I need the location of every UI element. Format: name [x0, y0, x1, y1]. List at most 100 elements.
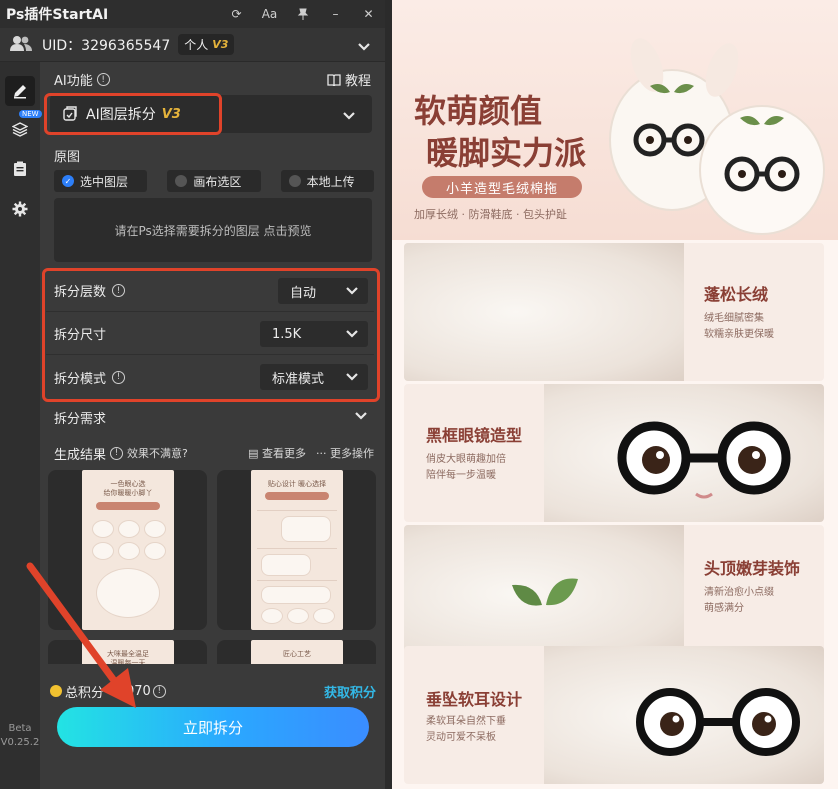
- demand-label: 拆分需求: [54, 411, 107, 427]
- pen-icon: [14, 85, 26, 99]
- info-icon[interactable]: !: [152, 684, 166, 698]
- results-actions: ▤ 查看更多 ··· 更多操作: [248, 445, 374, 461]
- user-icon: [10, 35, 32, 55]
- settings-tool-button[interactable]: [5, 194, 35, 224]
- version-label: V0.25.2: [0, 737, 40, 748]
- unsatisfied-link[interactable]: 效果不满意?: [127, 445, 188, 461]
- thumb-slipper: [281, 516, 331, 542]
- tutorial-link[interactable]: 教程: [327, 70, 371, 89]
- thumb-slipper-large: [96, 568, 160, 618]
- thumb-title: 大咪最全温足 温暖每一天: [107, 650, 149, 664]
- feature-panel-ears: 垂坠软耳设计 柔软耳朵自然下垂 灵动可爱不呆板: [404, 646, 824, 784]
- thumb-slipper: [144, 542, 166, 560]
- refresh-icon[interactable]: ⟳: [220, 0, 253, 28]
- source-option-selected-layer[interactable]: ✓ 选中图层: [54, 170, 148, 192]
- feature-desc-line: 软糯亲肤更保暖: [704, 329, 774, 340]
- more-ops-link[interactable]: ··· 更多操作: [316, 445, 374, 461]
- fur-closeup-image: [404, 243, 684, 381]
- hero-subtitle: 加厚长绒 · 防滑鞋底 · 包头护趾: [414, 208, 567, 221]
- title-bar: Ps插件StartAI ⟳ Aa – ✕: [0, 0, 385, 28]
- ai-function-heading: AI功能 !: [54, 70, 110, 89]
- thumb-slipper: [261, 586, 331, 604]
- tutorial-label: 教程: [344, 74, 371, 89]
- thumb-title: 一色眼心选 给你暖暖小脚丫: [103, 480, 153, 497]
- split-button-label: 立即拆分: [182, 718, 243, 737]
- result-thumb-4[interactable]: 匠心工艺: [217, 640, 376, 664]
- gear-icon: [12, 201, 28, 217]
- preview-hint: 请在Ps选择需要拆分的图层 点击预览: [114, 223, 312, 238]
- hero-product-band: 小羊造型毛绒棉拖: [422, 176, 582, 198]
- thumb-title: 匠心工艺: [283, 650, 311, 658]
- points-label: 总积分: [65, 685, 105, 701]
- feature-desc-line: 俏皮大眼萌趣加倍: [426, 454, 506, 465]
- preview-area[interactable]: 请在Ps选择需要拆分的图层 点击预览: [54, 198, 372, 262]
- feature-desc: 绒毛细腻密集 软糯亲肤更保暖: [704, 311, 774, 343]
- info-icon[interactable]: !: [110, 446, 124, 460]
- ai-function-label: AI功能: [54, 74, 93, 89]
- thumb-slipper: [287, 608, 309, 624]
- get-points-link[interactable]: 获取积分: [324, 682, 376, 701]
- feature-desc: 清新治愈小点缀 萌感满分: [704, 585, 774, 617]
- thumb-slipper: [118, 520, 140, 538]
- source-options: ✓ 选中图层 画布选区 本地上传: [54, 170, 374, 192]
- chevron-down-icon: [342, 106, 356, 125]
- info-icon[interactable]: !: [96, 73, 110, 86]
- results-grid: 一色眼心选 给你暖暖小脚丫 贴心设计 暖心选择 大咪最全温足 温暖每一天 匠心工…: [48, 470, 378, 664]
- source-option-label: 本地上传: [306, 174, 355, 189]
- split-demand-row[interactable]: 拆分需求: [46, 402, 374, 432]
- thumb-slipper: [144, 520, 166, 538]
- radio-icon: [288, 175, 301, 187]
- layers-tool-button[interactable]: NEW: [5, 110, 42, 144]
- startai-plugin-panel: Ps插件StartAI ⟳ Aa – ✕ UID：3296365547 个人 V…: [0, 0, 385, 789]
- clipboard-icon: [14, 161, 26, 176]
- feature-desc: 柔软耳朵自然下垂 灵动可爱不呆板: [426, 714, 506, 746]
- result-thumb-3[interactable]: 大咪最全温足 温暖每一天: [48, 640, 207, 664]
- pin-icon[interactable]: [286, 0, 319, 28]
- thumb-title: 贴心设计 暖心选择: [267, 480, 327, 488]
- minimize-icon[interactable]: –: [319, 0, 352, 28]
- split-now-button[interactable]: 立即拆分: [57, 707, 369, 747]
- feature-title: 垂坠软耳设计: [426, 690, 523, 709]
- source-option-label: 选中图层: [80, 174, 129, 189]
- view-more-link[interactable]: ▤ 查看更多: [248, 445, 306, 461]
- results-header: 生成结果 ! 效果不满意? ▤ 查看更多 ··· 更多操作: [54, 442, 374, 464]
- edit-tool-button[interactable]: [5, 76, 35, 106]
- glasses-image: [636, 688, 800, 756]
- plan-badge: 个人 V3: [178, 34, 235, 55]
- list-icon: ▤: [248, 447, 262, 460]
- feature-desc-line: 灵动可爱不呆板: [426, 732, 496, 743]
- highlight-params-box: [42, 268, 380, 402]
- result-thumb-1[interactable]: 一色眼心选 给你暖暖小脚丫: [48, 470, 207, 630]
- hero-banner: 软萌颜值 暖脚实力派 小羊造型毛绒棉拖 加厚长绒 · 防滑鞋底 · 包头护趾: [392, 0, 838, 240]
- feature-title: 蓬松长绒: [704, 285, 769, 304]
- source-option-local-upload[interactable]: 本地上传: [280, 170, 374, 192]
- chevron-down-icon: [354, 410, 368, 425]
- source-option-canvas-selection[interactable]: 画布选区: [167, 170, 261, 192]
- coin-icon: [50, 685, 62, 697]
- slipper-pair-image: [609, 38, 825, 235]
- thumb-image: 一色眼心选 给你暖暖小脚丫: [82, 470, 174, 630]
- check-icon: ✓: [62, 175, 74, 187]
- clipboard-tool-button[interactable]: [5, 154, 35, 184]
- close-icon[interactable]: ✕: [352, 0, 385, 28]
- thumb-divider: [257, 548, 337, 549]
- source-label: 原图: [54, 150, 81, 165]
- hero-title-line-2: 暖脚实力派: [426, 134, 587, 172]
- feature-desc-line: 陪伴每一步温暖: [426, 470, 496, 481]
- feature-title: 头顶嫩芽装饰: [704, 559, 801, 578]
- thumb-image: 匠心工艺: [251, 640, 343, 664]
- document-canvas: 软萌颜值 暖脚实力派 小羊造型毛绒棉拖 加厚长绒 · 防滑鞋底 · 包头护趾 蓬…: [392, 0, 838, 789]
- thumb-image: 大咪最全温足 温暖每一天: [82, 640, 174, 664]
- result-thumb-2[interactable]: 贴心设计 暖心选择: [217, 470, 376, 630]
- user-bar[interactable]: UID：3296365547 个人 V3: [0, 28, 385, 62]
- feature-desc: 俏皮大眼萌趣加倍 陪伴每一步温暖: [426, 452, 506, 484]
- version-info: Beta V0.25.2: [0, 722, 40, 750]
- hero-title-line-1: 软萌颜值: [414, 92, 543, 130]
- source-heading: 原图: [54, 146, 80, 165]
- left-rail: NEW Beta V0.25.2: [0, 62, 42, 789]
- thumb-slipper: [261, 554, 311, 576]
- beta-label: Beta: [8, 723, 32, 734]
- chevron-down-icon[interactable]: [357, 37, 371, 56]
- sprout-image: [512, 578, 578, 606]
- font-size-icon[interactable]: Aa: [253, 0, 286, 28]
